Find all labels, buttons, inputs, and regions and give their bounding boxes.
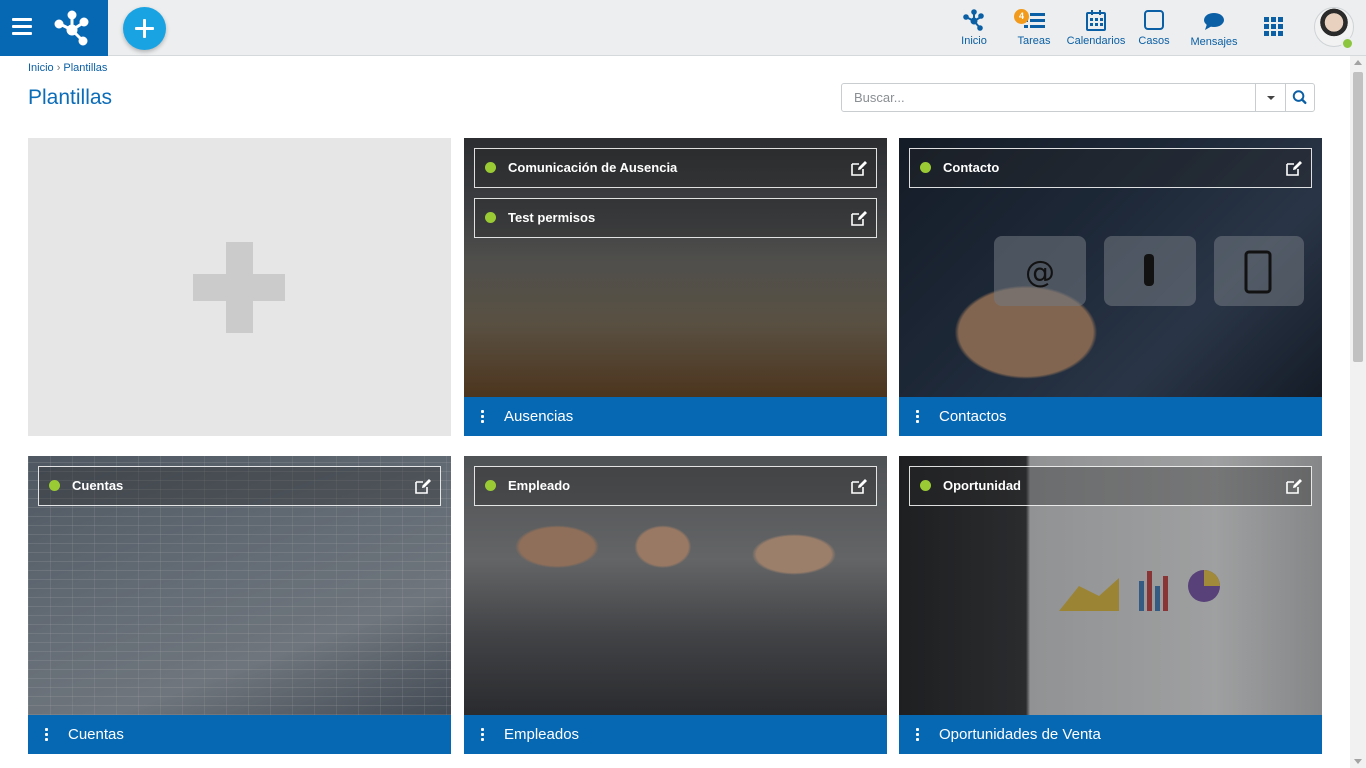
template-card-empleados: Empleado Empleados (464, 456, 887, 754)
online-status-indicator (1341, 37, 1354, 50)
card-title: Contactos (939, 408, 1007, 425)
nav-label: Casos (1138, 35, 1170, 47)
nav-mensajes[interactable]: Mensajes (1188, 0, 1240, 56)
more-options-icon[interactable] (916, 410, 920, 424)
template-item[interactable]: Contacto (909, 148, 1312, 188)
card-title: Oportunidades de Venta (939, 726, 1101, 743)
edit-icon[interactable] (850, 159, 868, 177)
cases-icon (1144, 10, 1164, 30)
deploy-logo-icon[interactable] (52, 8, 92, 48)
nav-label: Calendarios (1066, 35, 1126, 47)
status-dot-icon (485, 212, 496, 223)
breadcrumb-current[interactable]: Plantillas (63, 62, 107, 74)
template-card-contactos: @ Contacto Contactos (899, 138, 1322, 436)
nav-calendarios[interactable]: Calendarios (1064, 0, 1128, 56)
status-dot-icon (485, 162, 496, 173)
search-icon[interactable] (1285, 84, 1314, 111)
scroll-down-arrow-icon[interactable] (1354, 759, 1362, 764)
more-options-icon[interactable] (481, 728, 485, 742)
breadcrumb-separator: › (56, 62, 61, 74)
nav-tareas[interactable]: 4 Tareas (1014, 0, 1054, 56)
more-options-icon[interactable] (45, 728, 49, 742)
apps-grid-icon[interactable] (1264, 17, 1284, 37)
edit-icon[interactable] (850, 209, 868, 227)
hamburger-menu-icon[interactable] (12, 18, 32, 36)
template-item[interactable]: Comunicación de Ausencia (474, 148, 877, 188)
chat-bubble-icon (1204, 13, 1224, 30)
search-filter-dropdown-button[interactable] (1255, 84, 1285, 111)
status-dot-icon (49, 480, 60, 491)
template-card-oportunidades: Oportunidad Oportunidades de Venta (899, 456, 1322, 754)
card-footer[interactable]: Empleados (464, 715, 887, 754)
template-item[interactable]: Test permisos (474, 198, 877, 238)
vertical-scrollbar[interactable] (1350, 56, 1366, 768)
deploy-logo-icon (963, 9, 984, 31)
more-options-icon[interactable] (481, 410, 485, 424)
template-card-ausencias: Comunicación de Ausencia Test permisos A… (464, 138, 887, 436)
search-box (841, 83, 1315, 112)
template-item[interactable]: Oportunidad (909, 466, 1312, 506)
template-card-cuentas: Cuentas Cuentas (28, 456, 451, 754)
scrollbar-thumb[interactable] (1353, 72, 1363, 362)
status-dot-icon (485, 480, 496, 491)
more-options-icon[interactable] (916, 728, 920, 742)
charts-illustration (1059, 570, 1220, 611)
template-item-label: Comunicación de Ausencia (508, 160, 678, 175)
edit-icon[interactable] (1285, 159, 1303, 177)
nav-casos[interactable]: Casos (1136, 0, 1172, 56)
card-footer[interactable]: Contactos (899, 397, 1322, 436)
nav-label: Tareas (1017, 35, 1051, 47)
template-item-label: Contacto (943, 160, 1000, 175)
edit-icon[interactable] (414, 477, 432, 495)
brand-block (0, 0, 108, 56)
card-footer[interactable]: Oportunidades de Venta (899, 715, 1322, 754)
svg-text:@: @ (1025, 255, 1055, 290)
nav-label: Inicio (961, 35, 987, 47)
create-new-button[interactable] (123, 7, 166, 50)
status-dot-icon (920, 480, 931, 491)
tasks-count-badge: 4 (1014, 9, 1029, 24)
scroll-up-arrow-icon[interactable] (1354, 60, 1362, 65)
template-item-label: Oportunidad (943, 478, 1021, 493)
template-item-label: Test permisos (508, 210, 596, 225)
nav-inicio[interactable]: Inicio (954, 0, 994, 56)
template-item[interactable]: Cuentas (38, 466, 441, 506)
calendar-icon (1086, 10, 1106, 31)
card-footer[interactable]: Ausencias (464, 397, 887, 436)
card-title: Ausencias (504, 408, 574, 425)
search-input[interactable] (842, 84, 1255, 111)
template-item-label: Cuentas (72, 478, 124, 493)
card-footer[interactable]: Cuentas (28, 715, 451, 754)
contact-icons-illustration: @ (994, 236, 1304, 306)
template-item-label: Empleado (508, 478, 571, 493)
page-title: Plantillas (28, 86, 113, 109)
status-dot-icon (920, 162, 931, 173)
add-template-card[interactable] (28, 138, 451, 436)
top-bar: Inicio 4 Tareas Calendarios Casos Mensaj… (0, 0, 1366, 56)
nav-label: Mensajes (1190, 36, 1238, 48)
card-title: Empleados (504, 726, 580, 743)
template-item[interactable]: Empleado (474, 466, 877, 506)
card-title: Cuentas (68, 726, 124, 743)
breadcrumb-home-link[interactable]: Inicio (28, 62, 54, 74)
plus-icon-bar (193, 274, 285, 301)
breadcrumb: Inicio › Plantillas (28, 62, 107, 74)
edit-icon[interactable] (1285, 477, 1303, 495)
edit-icon[interactable] (850, 477, 868, 495)
